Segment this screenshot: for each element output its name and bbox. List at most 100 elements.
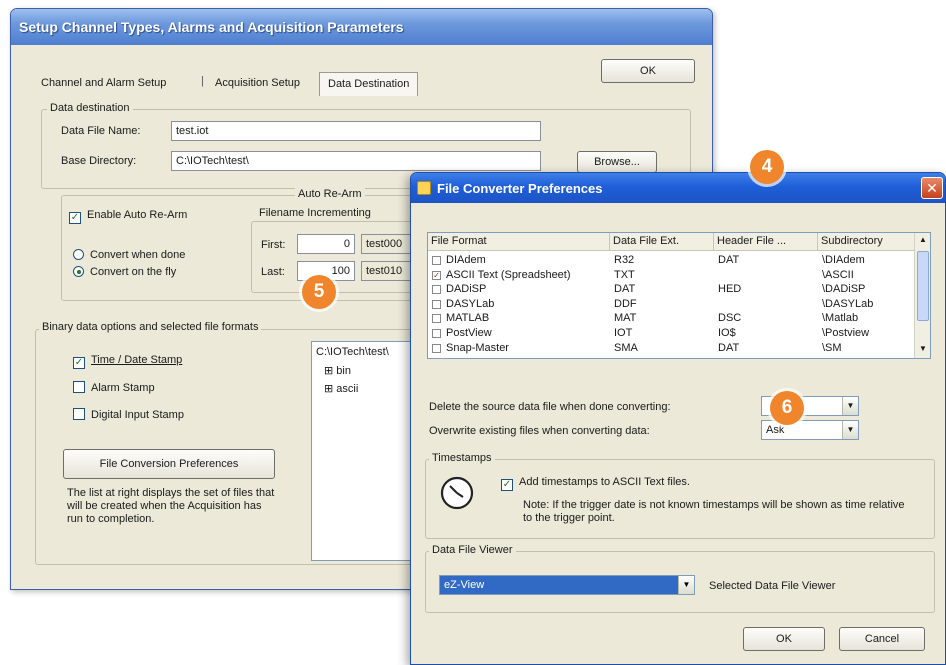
list-cell-format: PostView — [446, 327, 492, 339]
file-conversion-preferences-button[interactable]: File Conversion Preferences — [63, 449, 275, 479]
list-row[interactable]: PostView IOT IO$ \Postview — [428, 327, 916, 341]
list-cell-subdir: \Postview — [822, 327, 870, 339]
list-cell-format: MATLAB — [446, 312, 490, 325]
list-cell-format: Snap-Master — [446, 341, 509, 354]
scroll-thumb[interactable] — [917, 251, 929, 321]
add-timestamps-checkbox[interactable]: ✓ Add timestamps to ASCII Text files. — [501, 476, 690, 491]
data-file-name-input[interactable]: test.iot — [171, 121, 541, 141]
dialog-title: File Converter Preferences — [411, 173, 945, 203]
row-checkbox-icon[interactable] — [432, 256, 441, 265]
data-destination-label: Data destination — [47, 102, 133, 114]
enable-auto-rearm-text: Enable Auto Re-Arm — [87, 209, 188, 221]
list-cell-header: DSC — [718, 312, 742, 325]
digital-input-stamp-checkbox[interactable]: Digital Input Stamp — [73, 408, 184, 421]
row-checkbox-icon[interactable]: ✓ — [432, 270, 441, 280]
list-cell-subdir: \SM — [822, 341, 842, 354]
alarm-stamp-text: Alarm Stamp — [91, 382, 155, 394]
list-cell-ext: DDF — [614, 297, 637, 310]
list-row[interactable]: Snap-Master SMA DAT \SM — [428, 342, 916, 356]
file-format-list[interactable]: File Format Data File Ext. Header File .… — [427, 232, 931, 359]
file-converter-preferences-dialog: File Converter Preferences ✕ File Format… — [410, 172, 946, 665]
first-label: First: — [261, 239, 286, 251]
enable-auto-rearm-checkbox[interactable]: ✓ Enable Auto Re-Arm — [69, 209, 187, 224]
delete-source-label: Delete the source data file when done co… — [429, 401, 671, 413]
convert-on-the-fly-text: Convert on the fly — [90, 266, 177, 278]
list-row[interactable]: DASYLab DDF \DASYLab — [428, 298, 916, 312]
setup-window-title: Setup Channel Types, Alarms and Acquisit… — [11, 9, 712, 45]
list-cell-ext: DAT — [614, 283, 636, 296]
tab-separator: | — [201, 75, 204, 87]
list-row[interactable]: ✓ ASCII Text (Spreadsheet) TXT \ASCII — [428, 269, 916, 283]
tab-channel-alarm-setup[interactable]: Channel and Alarm Setup — [33, 72, 174, 96]
base-directory-label: Base Directory: — [61, 155, 137, 167]
checkbox-icon — [73, 408, 85, 420]
checkbox-icon: ✓ — [73, 357, 85, 369]
list-cell-header: HED — [718, 283, 742, 296]
column-header-subdirectory[interactable]: Subdirectory — [818, 233, 916, 251]
last-file-field: test010 — [361, 261, 411, 281]
app-icon — [417, 181, 431, 195]
list-scrollbar[interactable]: ▲ ▼ — [914, 233, 930, 358]
list-cell-ext: IOT — [614, 327, 633, 339]
list-cell-header: DAT — [718, 341, 740, 354]
list-cell-ext: MAT — [614, 312, 637, 325]
list-row[interactable]: DIAdem R32 DAT \DIAdem — [428, 254, 916, 268]
convert-on-the-fly-radio[interactable]: Convert on the fly — [73, 266, 176, 278]
alarm-stamp-checkbox[interactable]: Alarm Stamp — [73, 381, 155, 394]
chevron-down-icon: ▼ — [842, 397, 858, 415]
auto-rearm-label: Auto Re-Arm — [295, 188, 365, 200]
dialog-cancel-button[interactable]: Cancel — [839, 627, 925, 651]
ok-button[interactable]: OK — [601, 59, 695, 83]
filename-incrementing-group — [251, 221, 417, 293]
first-file-field: test000 — [361, 234, 411, 254]
list-cell-subdir: \DIAdem — [822, 254, 865, 266]
row-checkbox-icon[interactable] — [432, 329, 441, 338]
add-timestamps-text: Add timestamps to ASCII Text files. — [519, 476, 690, 488]
overwrite-select[interactable]: Ask ▼ — [761, 420, 859, 440]
browse-button[interactable]: Browse... — [577, 151, 657, 173]
scroll-down-icon[interactable]: ▼ — [917, 344, 929, 356]
callout-badge-5: 5 — [302, 275, 336, 309]
binary-description: The list at right displays the set of fi… — [67, 487, 275, 525]
digital-input-stamp-text: Digital Input Stamp — [91, 409, 184, 421]
overwrite-value: Ask — [766, 424, 785, 436]
close-icon[interactable]: ✕ — [921, 177, 943, 199]
tab-data-destination[interactable]: Data Destination — [319, 72, 419, 96]
convert-when-done-radio[interactable]: Convert when done — [73, 249, 185, 261]
time-date-stamp-checkbox[interactable]: ✓ Time / Date Stamp — [73, 354, 182, 369]
list-cell-ext: SMA — [614, 341, 638, 354]
dialog-ok-button[interactable]: OK — [743, 627, 825, 651]
data-file-viewer-label: Data File Viewer — [429, 544, 516, 556]
data-file-viewer-caption: Selected Data File Viewer — [709, 580, 836, 592]
row-checkbox-icon[interactable] — [432, 285, 441, 295]
list-row[interactable]: MATLAB MAT DSC \Matlab — [428, 312, 916, 326]
row-checkbox-icon[interactable] — [432, 314, 441, 324]
list-cell-subdir: \DASYLab — [822, 297, 874, 310]
list-row[interactable]: DADiSP DAT HED \DADiSP — [428, 283, 916, 297]
column-header-data-file-ext[interactable]: Data File Ext. — [610, 233, 714, 251]
row-checkbox-icon[interactable] — [432, 343, 441, 353]
data-file-viewer-select[interactable]: eZ-View ▼ — [439, 575, 695, 595]
column-header-file-format[interactable]: File Format — [428, 233, 610, 251]
tree-item-ascii[interactable]: ⊞ ascii — [324, 382, 358, 395]
tree-root[interactable]: C:\IOTech\test\ — [316, 346, 389, 358]
tab-acquisition-setup[interactable]: Acquisition Setup — [207, 72, 308, 96]
list-cell-format: ASCII Text (Spreadsheet) — [446, 268, 571, 281]
scroll-up-icon[interactable]: ▲ — [917, 235, 929, 247]
list-cell-ext: R32 — [614, 254, 635, 266]
first-input[interactable]: 0 — [297, 234, 355, 254]
list-cell-format: DIAdem — [446, 254, 486, 266]
chevron-down-icon: ▼ — [842, 421, 858, 439]
tree-item-bin[interactable]: ⊞ bin — [324, 364, 351, 377]
list-cell-header: IO$ — [718, 327, 736, 339]
radio-icon — [73, 249, 84, 260]
column-header-header-file[interactable]: Header File ... — [714, 233, 818, 251]
row-checkbox-icon[interactable] — [432, 299, 441, 309]
tree-item-ascii-label: ascii — [336, 383, 359, 395]
list-cell-format: DADiSP — [446, 283, 487, 296]
time-date-stamp-text: Time / Date Stamp — [91, 354, 183, 366]
expand-icon: ⊞ — [324, 383, 337, 395]
callout-badge-6: 6 — [770, 391, 804, 425]
clock-icon — [439, 475, 475, 511]
base-directory-input[interactable]: C:\IOTech\test\ — [171, 151, 541, 171]
